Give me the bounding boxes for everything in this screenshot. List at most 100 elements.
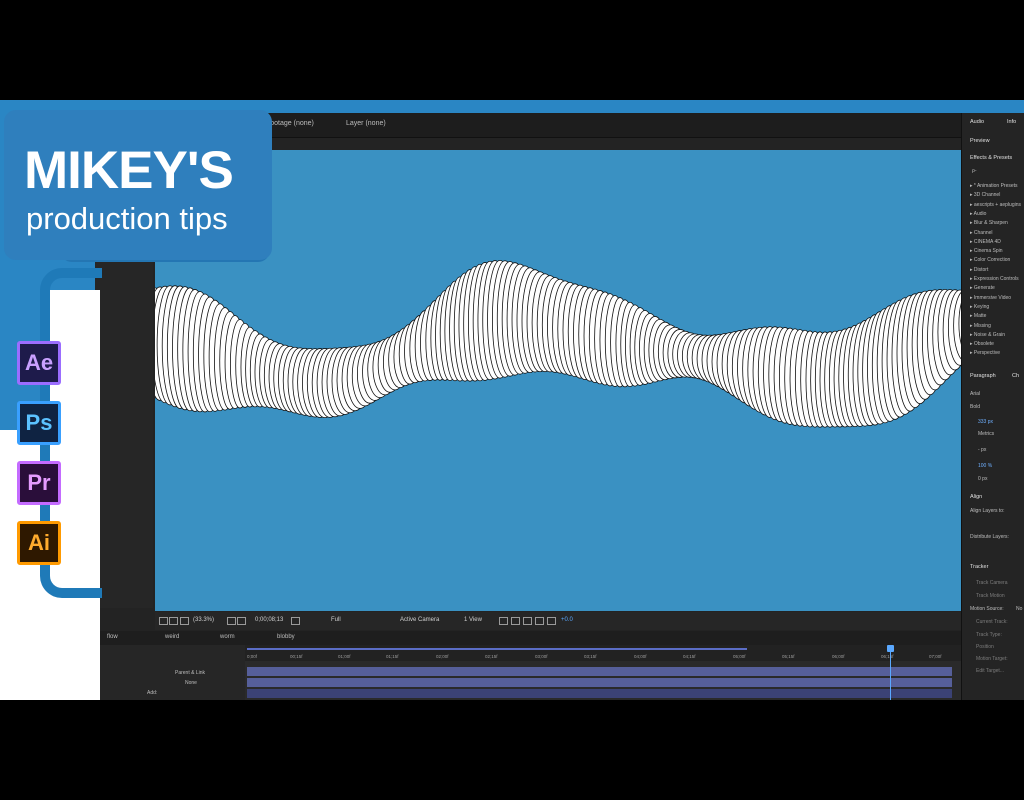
exposure-reset-icon[interactable] xyxy=(547,617,556,625)
preview-panel-title[interactable]: Preview xyxy=(970,138,990,144)
ruler-tick: 06;00f xyxy=(832,654,845,659)
tracker-item[interactable]: Position xyxy=(976,644,994,650)
ruler-tick: 04;00f xyxy=(634,654,647,659)
layer-track[interactable] xyxy=(247,667,952,676)
effects-category[interactable]: ▸ Channel xyxy=(970,230,993,236)
effects-category[interactable]: ▸ Missing xyxy=(970,323,991,329)
effects-search-input[interactable]: ρ- xyxy=(972,168,977,174)
ruler-tick: 00;15f xyxy=(290,654,303,659)
resolution-select[interactable]: Full xyxy=(331,617,341,623)
effects-category[interactable]: ▸ Color Correction xyxy=(970,257,1010,263)
footage-tab[interactable]: Footage (none) xyxy=(266,120,314,127)
current-time[interactable]: 0;00;08;13 xyxy=(255,617,283,623)
stroke-width-value[interactable]: - px xyxy=(978,447,986,453)
camera-select[interactable]: Active Camera xyxy=(400,617,439,623)
effects-category[interactable]: ▸ aescripts + aeplugins xyxy=(970,202,1021,208)
parent-none-select[interactable]: None xyxy=(185,680,197,686)
toggle-pixel-icon[interactable] xyxy=(499,617,508,625)
tracker-item[interactable]: Track Motion xyxy=(976,593,1005,599)
effects-category[interactable]: ▸ CINEMA 4D xyxy=(970,239,1001,245)
effects-category[interactable]: ▸ Obsolete xyxy=(970,341,994,347)
pr-app-icon: Pr xyxy=(17,461,61,505)
effects-category[interactable]: ▸ Immersive Video xyxy=(970,295,1011,301)
effects-category[interactable]: ▸ Keying xyxy=(970,304,989,310)
effects-category[interactable]: ▸ Expression Controls xyxy=(970,276,1019,282)
distribute-layers-label: Distribute Layers: xyxy=(970,534,1009,540)
thumbnail-frame: Footage (none) Layer (none) (33.3%) 0;00… xyxy=(0,100,1024,700)
region-icon[interactable] xyxy=(227,617,236,625)
tracker-item[interactable]: Track Camera xyxy=(976,580,1008,586)
composition-viewer[interactable] xyxy=(155,150,961,611)
timeline-tab-flow[interactable]: flow xyxy=(107,634,118,640)
grid-icon[interactable] xyxy=(180,617,189,625)
playhead[interactable] xyxy=(890,645,891,700)
effects-category[interactable]: ▸ Noise & Grain xyxy=(970,332,1005,338)
font-family-select[interactable]: Arial xyxy=(970,391,980,397)
effects-category[interactable]: ▸ Generate xyxy=(970,285,995,291)
transparency-icon[interactable] xyxy=(237,617,246,625)
views-select[interactable]: 1 View xyxy=(464,617,482,623)
viewer-toolbar: (33.3%) 0;00;08;13 Full Active Camera 1 … xyxy=(155,612,961,630)
ruler-tick: 0;00f xyxy=(247,654,258,659)
effects-category[interactable]: ▸ Cinema Spin xyxy=(970,248,1003,254)
tracker-panel-title[interactable]: Tracker xyxy=(970,564,988,570)
layer-track[interactable] xyxy=(247,689,952,698)
motion-source-value[interactable]: No xyxy=(1016,606,1022,612)
font-size-value[interactable]: 333 px xyxy=(978,419,993,425)
ruler-tick: 04;15f xyxy=(683,654,696,659)
right-panels: Audio Info Preview Effects & Presets ρ- … xyxy=(961,113,1024,700)
tracker-item[interactable]: Track Type: xyxy=(976,632,1002,638)
parent-link-column: Parent & Link xyxy=(175,670,206,676)
audio-tab[interactable]: Audio xyxy=(970,119,984,125)
timeline-area[interactable]: 0;00f 00;15f 01;00f 01;15f 02;00f 02;15f… xyxy=(245,645,961,700)
time-ruler[interactable]: 0;00f 00;15f 01;00f 01;15f 02;00f 02;15f… xyxy=(245,645,961,661)
baseline-value[interactable]: 0 px xyxy=(978,476,987,482)
exposure-value[interactable]: +0.0 xyxy=(561,617,573,623)
flowchart-icon[interactable] xyxy=(535,617,544,625)
ruler-tick: 03;00f xyxy=(535,654,548,659)
camera-snapshot-icon[interactable] xyxy=(291,617,300,625)
effects-presets-title[interactable]: Effects & Presets xyxy=(970,155,1012,161)
align-panel-title[interactable]: Align xyxy=(970,494,982,500)
add-label[interactable]: Add: xyxy=(147,690,157,696)
effects-category[interactable]: ▸ * Animation Presets xyxy=(970,183,1018,189)
align-layers-to-label: Align Layers to: xyxy=(970,508,1005,514)
ai-app-icon: Ai xyxy=(17,521,61,565)
scale-value[interactable]: 100 % xyxy=(978,463,992,469)
effects-category[interactable]: ▸ Perspective xyxy=(970,350,1000,356)
font-style-select[interactable]: Bold xyxy=(970,404,980,410)
monitor-icon[interactable] xyxy=(169,617,178,625)
effects-category[interactable]: ▸ Distort xyxy=(970,267,988,273)
effects-category[interactable]: ▸ Blur & Sharpen xyxy=(970,220,1008,226)
ruler-tick: 03;15f xyxy=(584,654,597,659)
ruler-tick: 02;00f xyxy=(436,654,449,659)
timeline-tab-weird[interactable]: weird xyxy=(165,634,179,640)
timeline-tab-worm[interactable]: worm xyxy=(220,634,235,640)
paragraph-tab[interactable]: Paragraph xyxy=(970,373,996,379)
mikeys-logo: MIKEY'S production tips xyxy=(4,110,272,260)
ruler-tick: 06;15f xyxy=(881,654,894,659)
leading-value[interactable]: Metrics xyxy=(978,431,994,437)
timeline-icon[interactable] xyxy=(523,617,532,625)
ruler-tick: 05;15f xyxy=(782,654,795,659)
ruler-tick: 05;00f xyxy=(733,654,746,659)
info-tab[interactable]: Info xyxy=(1007,119,1016,125)
timeline-layer-controls: Parent & Link None Add: xyxy=(95,645,245,700)
ae-app-icon: Ae xyxy=(17,341,61,385)
layer-tab[interactable]: Layer (none) xyxy=(346,120,386,127)
tracker-item[interactable]: Motion Source: xyxy=(970,606,1004,612)
work-area-bar[interactable] xyxy=(247,648,747,650)
tracker-item[interactable]: Current Track: xyxy=(976,619,1008,625)
effects-category[interactable]: ▸ 3D Channel xyxy=(970,192,1000,198)
timeline-tab-blobby[interactable]: blobby xyxy=(277,634,295,640)
magnification-select[interactable]: (33.3%) xyxy=(193,617,214,623)
tracker-item[interactable]: Edit Target... xyxy=(976,668,1004,674)
character-tab[interactable]: Ch xyxy=(1012,373,1019,379)
tracker-item[interactable]: Motion Target: xyxy=(976,656,1008,662)
always-preview-icon[interactable] xyxy=(159,617,168,625)
fast-preview-icon[interactable] xyxy=(511,617,520,625)
layer-track[interactable] xyxy=(247,678,952,687)
effects-category[interactable]: ▸ Matte xyxy=(970,313,986,319)
effects-category[interactable]: ▸ Audio xyxy=(970,211,986,217)
worm-rings xyxy=(155,259,961,428)
